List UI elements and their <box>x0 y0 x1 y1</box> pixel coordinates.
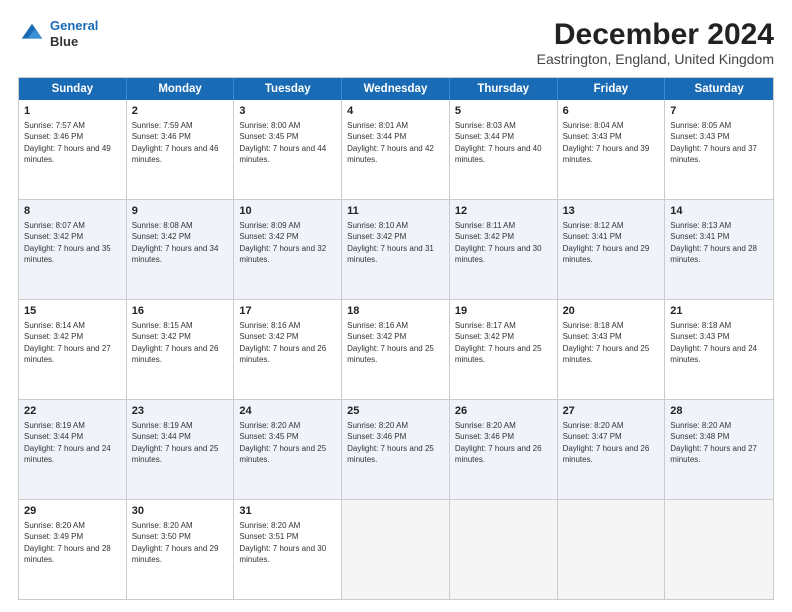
cell-1-wed: 4 Sunrise: 8:01 AMSunset: 3:44 PMDayligh… <box>342 100 450 199</box>
cell-4-sun: 22 Sunrise: 8:19 AMSunset: 3:44 PMDaylig… <box>19 400 127 499</box>
cell-1-fri: 6 Sunrise: 8:04 AMSunset: 3:43 PMDayligh… <box>558 100 666 199</box>
cell-1-tue: 3 Sunrise: 8:00 AMSunset: 3:45 PMDayligh… <box>234 100 342 199</box>
title-block: December 2024 Eastrington, England, Unit… <box>537 18 774 67</box>
logo: General Blue <box>18 18 98 49</box>
calendar-body: 1 Sunrise: 7:57 AMSunset: 3:46 PMDayligh… <box>19 100 773 599</box>
week-2: 8 Sunrise: 8:07 AMSunset: 3:42 PMDayligh… <box>19 200 773 300</box>
col-friday: Friday <box>558 78 666 100</box>
cell-2-thu: 12 Sunrise: 8:11 AMSunset: 3:42 PMDaylig… <box>450 200 558 299</box>
cell-3-thu: 19 Sunrise: 8:17 AMSunset: 3:42 PMDaylig… <box>450 300 558 399</box>
cell-5-sat-empty <box>665 500 773 599</box>
cell-4-thu: 26 Sunrise: 8:20 AMSunset: 3:46 PMDaylig… <box>450 400 558 499</box>
cell-1-sun: 1 Sunrise: 7:57 AMSunset: 3:46 PMDayligh… <box>19 100 127 199</box>
calendar-header-row: Sunday Monday Tuesday Wednesday Thursday… <box>19 78 773 100</box>
col-sunday: Sunday <box>19 78 127 100</box>
cell-5-wed-empty <box>342 500 450 599</box>
cell-4-tue: 24 Sunrise: 8:20 AMSunset: 3:45 PMDaylig… <box>234 400 342 499</box>
cell-5-fri-empty <box>558 500 666 599</box>
cell-3-mon: 16 Sunrise: 8:15 AMSunset: 3:42 PMDaylig… <box>127 300 235 399</box>
cell-4-wed: 25 Sunrise: 8:20 AMSunset: 3:46 PMDaylig… <box>342 400 450 499</box>
header: General Blue December 2024 Eastrington, … <box>18 18 774 67</box>
calendar: Sunday Monday Tuesday Wednesday Thursday… <box>18 77 774 600</box>
col-saturday: Saturday <box>665 78 773 100</box>
col-wednesday: Wednesday <box>342 78 450 100</box>
page: General Blue December 2024 Eastrington, … <box>0 0 792 612</box>
cell-4-mon: 23 Sunrise: 8:19 AMSunset: 3:44 PMDaylig… <box>127 400 235 499</box>
cell-3-sat: 21 Sunrise: 8:18 AMSunset: 3:43 PMDaylig… <box>665 300 773 399</box>
cell-5-sun: 29 Sunrise: 8:20 AMSunset: 3:49 PMDaylig… <box>19 500 127 599</box>
col-tuesday: Tuesday <box>234 78 342 100</box>
cell-5-mon: 30 Sunrise: 8:20 AMSunset: 3:50 PMDaylig… <box>127 500 235 599</box>
cell-2-mon: 9 Sunrise: 8:08 AMSunset: 3:42 PMDayligh… <box>127 200 235 299</box>
cell-4-fri: 27 Sunrise: 8:20 AMSunset: 3:47 PMDaylig… <box>558 400 666 499</box>
main-title: December 2024 <box>537 18 774 51</box>
cell-3-fri: 20 Sunrise: 8:18 AMSunset: 3:43 PMDaylig… <box>558 300 666 399</box>
col-monday: Monday <box>127 78 235 100</box>
week-5: 29 Sunrise: 8:20 AMSunset: 3:49 PMDaylig… <box>19 500 773 599</box>
cell-3-sun: 15 Sunrise: 8:14 AMSunset: 3:42 PMDaylig… <box>19 300 127 399</box>
cell-1-mon: 2 Sunrise: 7:59 AMSunset: 3:46 PMDayligh… <box>127 100 235 199</box>
cell-3-tue: 17 Sunrise: 8:16 AMSunset: 3:42 PMDaylig… <box>234 300 342 399</box>
cell-2-wed: 11 Sunrise: 8:10 AMSunset: 3:42 PMDaylig… <box>342 200 450 299</box>
week-4: 22 Sunrise: 8:19 AMSunset: 3:44 PMDaylig… <box>19 400 773 500</box>
cell-5-tue: 31 Sunrise: 8:20 AMSunset: 3:51 PMDaylig… <box>234 500 342 599</box>
week-1: 1 Sunrise: 7:57 AMSunset: 3:46 PMDayligh… <box>19 100 773 200</box>
cell-2-fri: 13 Sunrise: 8:12 AMSunset: 3:41 PMDaylig… <box>558 200 666 299</box>
cell-1-sat: 7 Sunrise: 8:05 AMSunset: 3:43 PMDayligh… <box>665 100 773 199</box>
week-3: 15 Sunrise: 8:14 AMSunset: 3:42 PMDaylig… <box>19 300 773 400</box>
cell-2-tue: 10 Sunrise: 8:09 AMSunset: 3:42 PMDaylig… <box>234 200 342 299</box>
subtitle: Eastrington, England, United Kingdom <box>537 51 774 67</box>
logo-icon <box>18 20 46 48</box>
cell-5-thu-empty <box>450 500 558 599</box>
cell-2-sun: 8 Sunrise: 8:07 AMSunset: 3:42 PMDayligh… <box>19 200 127 299</box>
cell-1-thu: 5 Sunrise: 8:03 AMSunset: 3:44 PMDayligh… <box>450 100 558 199</box>
cell-4-sat: 28 Sunrise: 8:20 AMSunset: 3:48 PMDaylig… <box>665 400 773 499</box>
cell-2-sat: 14 Sunrise: 8:13 AMSunset: 3:41 PMDaylig… <box>665 200 773 299</box>
cell-3-wed: 18 Sunrise: 8:16 AMSunset: 3:42 PMDaylig… <box>342 300 450 399</box>
logo-text: General Blue <box>50 18 98 49</box>
col-thursday: Thursday <box>450 78 558 100</box>
